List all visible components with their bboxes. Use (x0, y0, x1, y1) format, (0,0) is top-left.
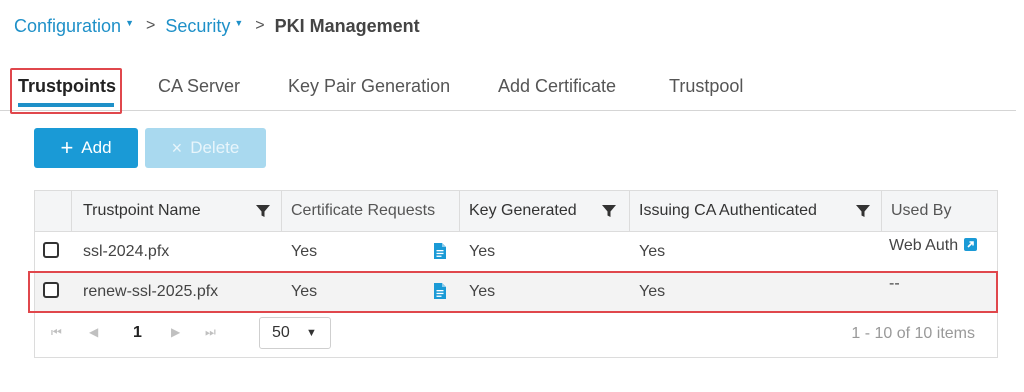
column-divider (281, 191, 282, 231)
previous-page-icon[interactable]: ◀ (89, 325, 98, 339)
add-button-label: Add (81, 138, 112, 157)
column-header-key-generated[interactable]: Key Generated (469, 202, 577, 220)
table-header: Trustpoint Name Certificate Requests Key… (35, 191, 997, 232)
row-checkbox[interactable] (43, 242, 59, 258)
breadcrumb-configuration[interactable]: Configuration ▼ (14, 16, 134, 37)
delete-button-label: Delete (190, 138, 240, 157)
document-icon[interactable] (433, 243, 447, 259)
column-header-certificate-requests[interactable]: Certificate Requests (291, 202, 435, 220)
column-header-trustpoint-name[interactable]: Trustpoint Name (83, 202, 201, 220)
tab-trustpool[interactable]: Trustpool (669, 76, 743, 97)
first-page-icon[interactable]: ⏮ (51, 325, 62, 340)
filter-icon[interactable] (855, 203, 871, 219)
key-generated-value: Yes (469, 243, 496, 260)
next-page-icon[interactable]: ▶ (171, 325, 180, 339)
page-size-value: 50 (272, 324, 290, 341)
ca-authenticated-value: Yes (639, 243, 666, 260)
column-divider (459, 191, 460, 231)
breadcrumb-security[interactable]: Security ▼ (165, 16, 243, 37)
last-page-icon[interactable]: ⏭ (205, 325, 216, 340)
breadcrumb-separator: > (146, 17, 156, 34)
used-by-label: Web Auth (889, 237, 959, 254)
current-page[interactable]: 1 (133, 324, 142, 342)
filter-icon[interactable] (601, 203, 617, 219)
page-title: PKI Management (274, 15, 420, 36)
trustpoint-name: ssl-2024.pfx (83, 243, 170, 260)
column-divider (881, 191, 882, 231)
column-divider (629, 191, 630, 231)
table-row[interactable]: ssl-2024.pfx Yes Yes Yes Web Auth (35, 231, 997, 271)
page-size-select[interactable]: 50 ▼ (259, 317, 331, 349)
tab-highlight-box (10, 68, 122, 114)
breadcrumb-security-label: Security (165, 15, 231, 36)
delete-button[interactable]: × Delete (145, 128, 266, 168)
column-header-issuing-ca-authenticated[interactable]: Issuing CA Authenticated (639, 202, 817, 220)
caret-down-icon: ▼ (125, 18, 134, 28)
row-highlight-box (28, 271, 998, 313)
caret-down-icon: ▼ (306, 327, 317, 339)
certificate-requests-value: Yes (291, 243, 318, 260)
pager: ⏮ ◀ 1 ▶ ⏭ 50 ▼ 1 - 10 of 10 items (35, 311, 997, 357)
plus-icon: + (60, 135, 74, 160)
x-icon: × (171, 138, 183, 158)
add-button[interactable]: + Add (34, 128, 138, 168)
tab-add-certificate[interactable]: Add Certificate (498, 76, 616, 97)
column-header-used-by[interactable]: Used By (891, 202, 951, 220)
breadcrumb: Configuration ▼ > Security ▼ > PKI Manag… (14, 14, 420, 38)
tab-bar: Trustpoints CA Server Key Pair Generatio… (0, 66, 1016, 111)
pagination-info: 1 - 10 of 10 items (851, 325, 975, 342)
breadcrumb-separator: > (255, 17, 265, 34)
filter-icon[interactable] (255, 203, 271, 219)
tab-ca-server[interactable]: CA Server (158, 76, 240, 97)
external-link-icon[interactable] (964, 238, 978, 251)
used-by-link[interactable]: Web Auth (889, 237, 978, 255)
breadcrumb-configuration-label: Configuration (14, 15, 122, 36)
column-divider (71, 191, 72, 231)
caret-down-icon: ▼ (234, 18, 244, 28)
tab-key-pair-generation[interactable]: Key Pair Generation (288, 76, 450, 97)
